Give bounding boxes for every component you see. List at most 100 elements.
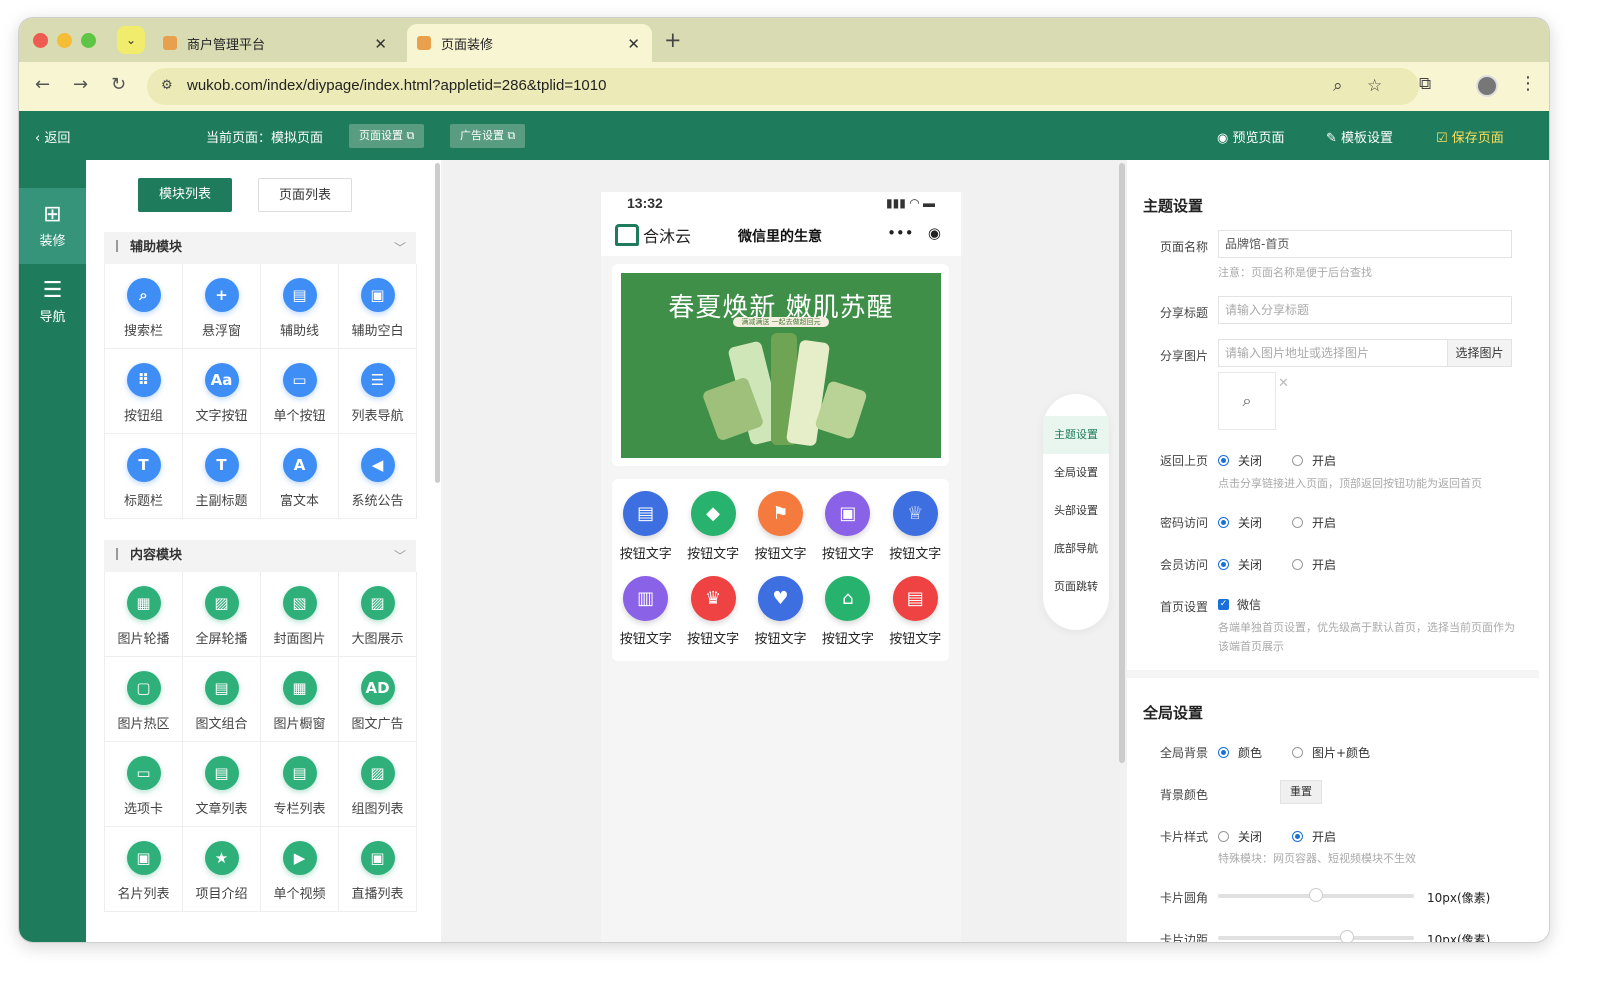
module-item[interactable]: ☰ 列表导航 (339, 349, 417, 434)
module-item[interactable]: ▣ 名片列表 (105, 827, 183, 912)
module-scrollbar[interactable] (435, 163, 440, 483)
remove-image-icon[interactable]: ✕ (1278, 376, 1289, 391)
module-item[interactable]: ▭ 选项卡 (105, 742, 183, 827)
module-item[interactable]: ▣ 辅助空白 (339, 264, 417, 349)
extensions-icon[interactable]: ⧉ (1419, 74, 1431, 94)
back-off-radio[interactable]: 关闭 (1218, 452, 1262, 469)
close-tab-icon[interactable]: ✕ (374, 35, 387, 53)
url-field[interactable]: ⚙ wukob.com/index/diypage/index.html?app… (147, 68, 1419, 105)
module-item[interactable]: ▣ 直播列表 (339, 827, 417, 912)
share-image-input[interactable]: 请输入图片地址或选择图片 (1218, 339, 1448, 367)
page-settings-button[interactable]: 页面设置 ⧉ (349, 124, 425, 148)
module-item[interactable]: ▤ 专栏列表 (261, 742, 339, 827)
module-item[interactable]: ▤ 图文组合 (183, 657, 261, 742)
phone-button[interactable]: ⌂ 按钮文字 (814, 576, 881, 661)
back-on-radio[interactable]: 开启 (1292, 452, 1336, 469)
module-item[interactable]: ▶ 单个视频 (261, 827, 339, 912)
card-radius-slider[interactable] (1218, 888, 1414, 902)
card-margin-slider[interactable] (1218, 930, 1414, 942)
phone-button[interactable]: ◆ 按钮文字 (679, 491, 746, 576)
tab-page-list[interactable]: 页面列表 (258, 178, 352, 212)
module-item[interactable]: ▦ 图片橱窗 (261, 657, 339, 742)
tab-module-list[interactable]: 模块列表 (138, 178, 232, 212)
phone-button[interactable]: ♥ 按钮文字 (747, 576, 814, 661)
side-tab[interactable]: 主题设置 (1043, 416, 1109, 454)
site-settings-icon[interactable]: ⚙ (161, 78, 173, 93)
nav-navigation[interactable]: ☰ 导航 (19, 278, 86, 338)
forward-arrow-icon[interactable]: → (73, 74, 88, 95)
module-item[interactable]: ⌕ 搜索栏 (105, 264, 183, 349)
module-item[interactable]: ▭ 单个按钮 (261, 349, 339, 434)
more-menu-icon[interactable]: ⋮ (1519, 73, 1537, 94)
back-arrow-icon[interactable]: ← (35, 74, 50, 95)
module-item[interactable]: AD 图文广告 (339, 657, 417, 742)
module-item[interactable]: ▨ 全屏轮播 (183, 572, 261, 657)
zoom-icon[interactable]: ⌕ (1333, 76, 1343, 96)
tab-merchant[interactable]: 商户管理平台 ✕ (159, 24, 399, 62)
card-off-radio[interactable]: 关闭 (1218, 828, 1262, 845)
module-item[interactable]: T 主副标题 (183, 434, 261, 519)
back-link[interactable]: ‹ 返回 (35, 127, 70, 146)
module-item[interactable]: ▨ 组图列表 (339, 742, 417, 827)
group-header[interactable]: 辅助模块 ﹀ (104, 232, 416, 264)
phone-button[interactable]: ⚑ 按钮文字 (747, 491, 814, 576)
template-settings-button[interactable]: ✎ 模板设置 (1326, 127, 1393, 146)
password-off-radio[interactable]: 关闭 (1218, 514, 1262, 531)
module-item[interactable]: Aa 文字按钮 (183, 349, 261, 434)
bg-color-radio[interactable]: 颜色 (1218, 744, 1262, 761)
side-tab[interactable]: 全局设置 (1043, 454, 1109, 492)
side-tab[interactable]: 头部设置 (1043, 492, 1109, 530)
tab-search-button[interactable]: ⌄ (117, 26, 145, 54)
module-item[interactable]: ▨ 大图展示 (339, 572, 417, 657)
page-name-input[interactable]: 品牌馆-首页 (1218, 230, 1512, 258)
module-item[interactable]: ⠿ 按钮组 (105, 349, 183, 434)
phone-button[interactable]: ▣ 按钮文字 (814, 491, 881, 576)
module-item[interactable]: ▤ 文章列表 (183, 742, 261, 827)
canvas-scrollbar[interactable] (1119, 163, 1125, 763)
minimize-window-button[interactable] (57, 33, 72, 48)
bookmark-star-icon[interactable]: ☆ (1367, 76, 1382, 96)
banner-module[interactable]: 春夏焕新 嫩肌苏醒 满减满送 一起去做超回元 (612, 264, 949, 466)
choose-image-button[interactable]: 选择图片 (1447, 339, 1512, 367)
bg-img-color-radio[interactable]: 图片+颜色 (1292, 744, 1370, 761)
module-item[interactable]: ★ 项目介绍 (183, 827, 261, 912)
module-item[interactable]: ▦ 图片轮播 (105, 572, 183, 657)
image-placeholder[interactable]: ⌕ (1218, 372, 1276, 430)
module-item[interactable]: + 悬浮窗 (183, 264, 261, 349)
member-on-radio[interactable]: 开启 (1292, 556, 1336, 573)
close-tab-icon[interactable]: ✕ (627, 35, 640, 53)
phone-button[interactable]: ▥ 按钮文字 (612, 576, 679, 661)
tab-decor[interactable]: 页面装修 ✕ (407, 24, 652, 62)
ad-settings-button[interactable]: 广告设置 ⧉ (450, 124, 526, 148)
card-on-radio[interactable]: 开启 (1292, 828, 1336, 845)
password-on-radio[interactable]: 开启 (1292, 514, 1336, 531)
module-item[interactable]: ▧ 封面图片 (261, 572, 339, 657)
side-tab[interactable]: 底部导航 (1043, 530, 1109, 568)
preview-button[interactable]: ◉ 预览页面 (1217, 127, 1285, 146)
phone-button[interactable]: ▤ 按钮文字 (612, 491, 679, 576)
button-group-module[interactable]: ▤ 按钮文字 ◆ 按钮文字 ⚑ 按钮文字 ▣ 按钮文字 ♕ 按钮文字 ▥ 按钮文字 ♛ 按钮文字 ♥ 按钮文字… (612, 479, 949, 661)
nav-decorate[interactable]: ⊞ 装修 (19, 188, 86, 264)
slider-knob[interactable] (1340, 930, 1355, 942)
reset-button[interactable]: 重置 (1280, 780, 1322, 804)
module-item[interactable]: A 富文本 (261, 434, 339, 519)
side-tab[interactable]: 页面跳转 (1043, 568, 1109, 606)
slider-knob[interactable] (1309, 888, 1323, 902)
module-item[interactable]: ◀ 系统公告 (339, 434, 417, 519)
phone-button[interactable]: ▤ 按钮文字 (882, 576, 949, 661)
member-off-radio[interactable]: 关闭 (1218, 556, 1262, 573)
module-item[interactable]: ▤ 辅助线 (261, 264, 339, 349)
maximize-window-button[interactable] (81, 33, 96, 48)
save-page-button[interactable]: ☑ 保存页面 (1436, 127, 1504, 146)
phone-button[interactable]: ♛ 按钮文字 (679, 576, 746, 661)
new-tab-icon[interactable]: + (664, 28, 682, 52)
module-item[interactable]: ▢ 图片热区 (105, 657, 183, 742)
group-header[interactable]: 内容模块 ﹀ (104, 540, 416, 572)
share-title-input[interactable]: 请输入分享标题 (1218, 296, 1512, 324)
close-window-button[interactable] (33, 33, 48, 48)
avatar[interactable] (1476, 75, 1498, 97)
wechat-checkbox[interactable]: ✓ 微信 (1218, 596, 1261, 613)
module-item[interactable]: T 标题栏 (105, 434, 183, 519)
phone-button[interactable]: ♕ 按钮文字 (882, 491, 949, 576)
reload-icon[interactable]: ↻ (111, 74, 126, 95)
